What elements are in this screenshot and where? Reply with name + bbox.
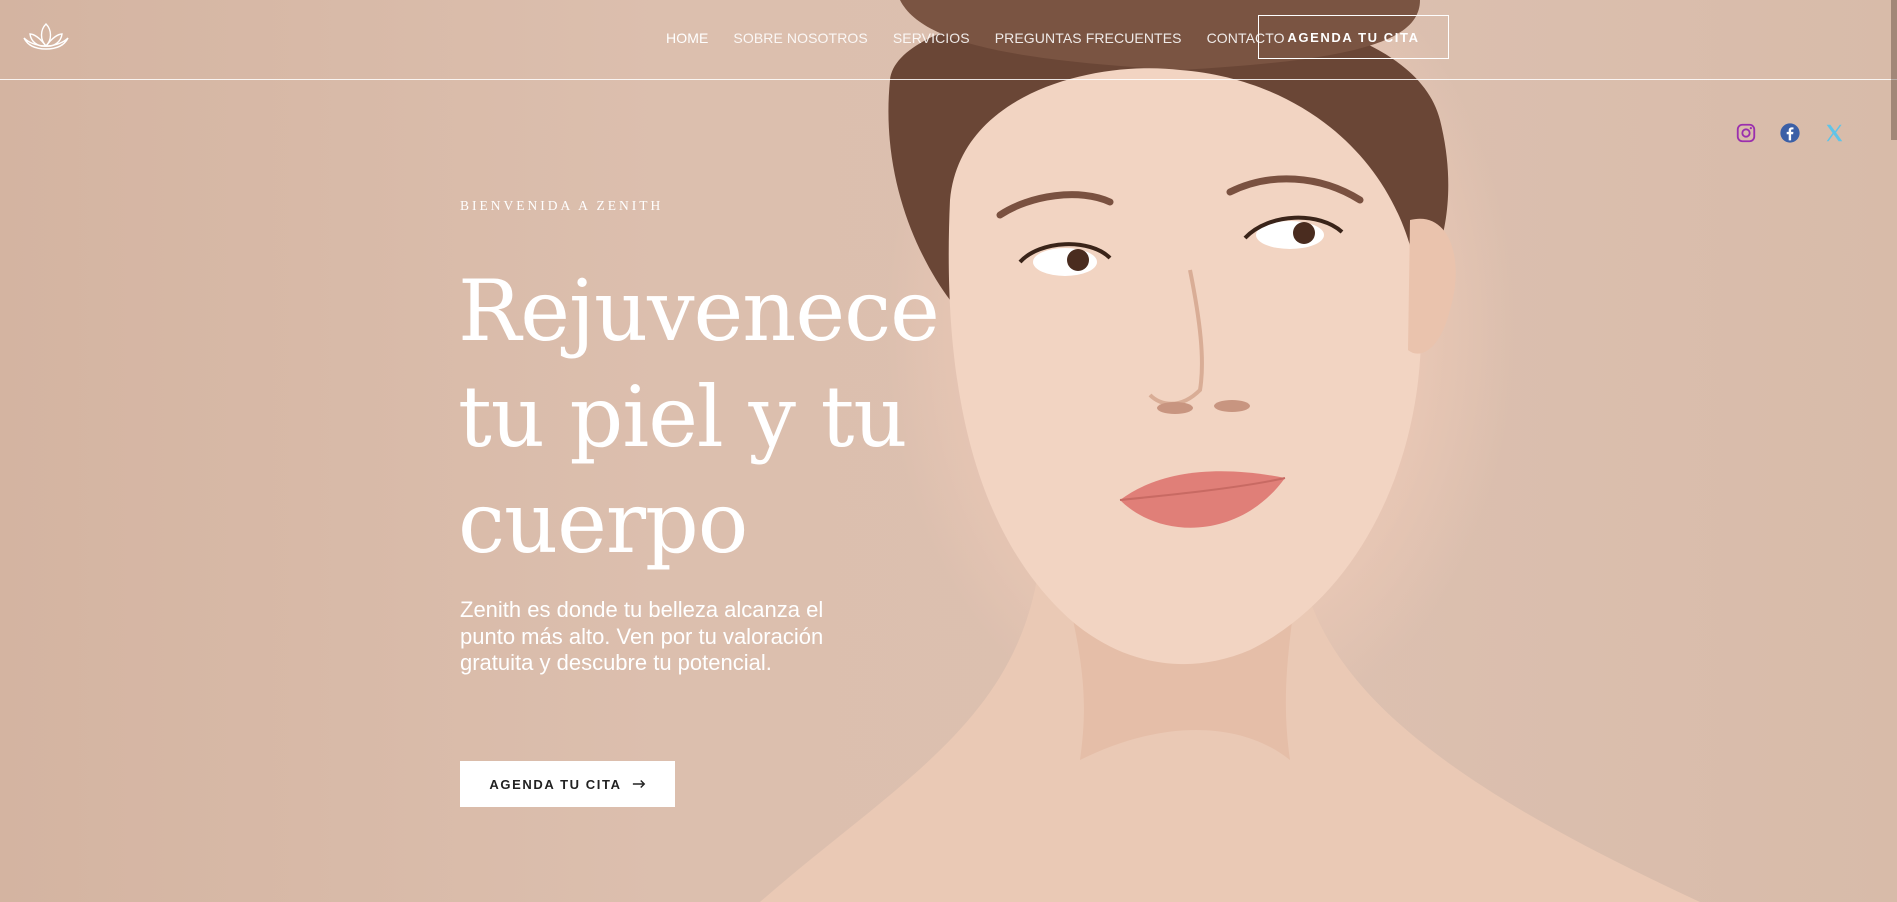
facebook-icon[interactable] bbox=[1779, 122, 1801, 144]
hero-cta-label: AGENDA TU CITA bbox=[489, 776, 622, 792]
nav-preguntas-frecuentes[interactable]: PREGUNTAS FRECUENTES bbox=[995, 30, 1182, 46]
nav-sobre-nosotros[interactable]: SOBRE NOSOTROS bbox=[733, 30, 867, 46]
nav-home[interactable]: HOME bbox=[666, 30, 708, 46]
hero-eyebrow: BIENVENIDA A ZENITH bbox=[460, 198, 664, 213]
hero-headline-line-3: cuerpo bbox=[458, 474, 748, 572]
x-icon[interactable] bbox=[1823, 122, 1845, 144]
hero-headline-line-2: tu piel y tu bbox=[458, 368, 907, 466]
lotus-icon[interactable] bbox=[22, 20, 70, 52]
hero-description: Zenith es donde tu belleza alcanza el pu… bbox=[460, 597, 824, 675]
hero-headline-line-1: Rejuvenece bbox=[458, 262, 940, 360]
site-header: HOME SOBRE NOSOTROS SERVICIOS PREGUNTAS … bbox=[0, 0, 1897, 80]
social-links bbox=[1735, 122, 1845, 144]
page-scrollbar[interactable] bbox=[1891, 0, 1897, 140]
nav-servicios[interactable]: SERVICIOS bbox=[893, 30, 970, 46]
arrow-right-icon bbox=[632, 777, 646, 792]
header-book-appointment-button[interactable]: AGENDA TU CITA bbox=[1258, 15, 1449, 59]
main-nav: HOME SOBRE NOSOTROS SERVICIOS PREGUNTAS … bbox=[666, 30, 1310, 46]
hero-book-appointment-button[interactable]: AGENDA TU CITA bbox=[460, 761, 675, 807]
hero-headline: Rejuvenece tu piel y tu cuerpo bbox=[458, 258, 978, 576]
instagram-icon[interactable] bbox=[1735, 122, 1757, 144]
